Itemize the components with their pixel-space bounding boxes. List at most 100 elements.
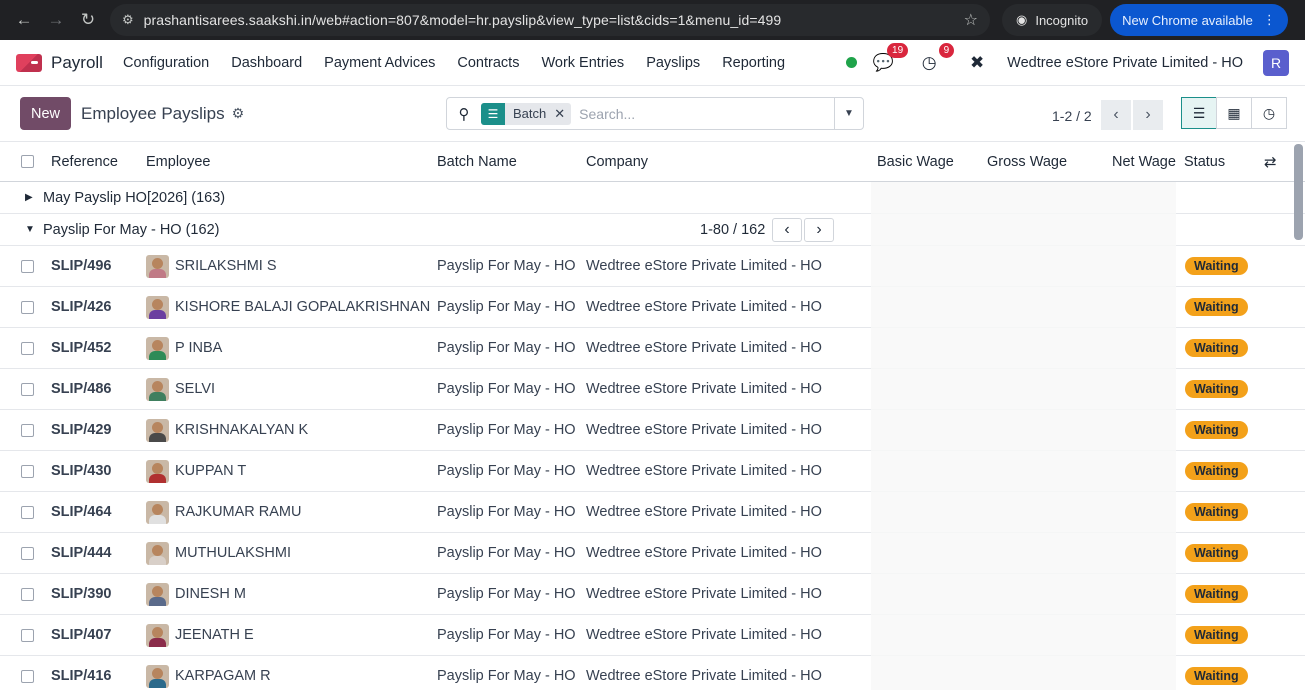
group-pager-next[interactable]: › xyxy=(804,218,834,242)
status-badge: Waiting xyxy=(1185,380,1248,398)
payroll-app-icon[interactable] xyxy=(16,53,42,72)
kanban-view-icon[interactable]: ▦ xyxy=(1216,97,1252,129)
payslip-reference: SLIP/407 xyxy=(51,627,112,643)
menu-dashboard[interactable]: Dashboard xyxy=(231,55,302,71)
user-avatar[interactable]: R xyxy=(1263,49,1289,76)
col-basic-wage[interactable]: Basic Wage xyxy=(877,154,954,170)
company-name: Wedtree eStore Private Limited - HO xyxy=(586,627,822,643)
activities-clock-icon[interactable]: ◷ 9 xyxy=(917,42,955,75)
avatar xyxy=(146,459,169,483)
status-badge: Waiting xyxy=(1185,298,1248,316)
col-net-wage[interactable]: Net Wage xyxy=(1112,154,1176,170)
row-checkbox[interactable] xyxy=(21,505,34,519)
row-checkbox[interactable] xyxy=(21,423,34,437)
payslip-reference: SLIP/426 xyxy=(51,299,112,315)
row-checkbox[interactable] xyxy=(21,259,34,273)
menu-contracts[interactable]: Contracts xyxy=(457,55,519,71)
batch-name: Payslip For May - HO xyxy=(437,586,576,602)
update-label: New Chrome available xyxy=(1122,12,1253,28)
col-gross-wage[interactable]: Gross Wage xyxy=(987,154,1067,170)
employee-cell: RAJKUMAR RAMU xyxy=(146,500,301,524)
company-name: Wedtree eStore Private Limited - HO xyxy=(586,504,822,520)
menu-work-entries[interactable]: Work Entries xyxy=(541,55,624,71)
col-employee[interactable]: Employee xyxy=(146,154,210,170)
menu-reporting[interactable]: Reporting xyxy=(722,55,785,71)
incognito-indicator[interactable]: ◉ Incognito xyxy=(1002,4,1103,36)
caret-right-icon: ▶ xyxy=(25,192,33,203)
payslip-reference: SLIP/390 xyxy=(51,586,112,602)
avatar xyxy=(146,500,169,524)
new-button[interactable]: New xyxy=(20,97,72,130)
employee-name: MUTHULAKSHMI xyxy=(175,545,292,561)
top-navbar: Payroll Configuration Dashboard Payment … xyxy=(0,40,1305,86)
payslip-reference: SLIP/464 xyxy=(51,504,112,520)
batch-name: Payslip For May - HO xyxy=(437,668,576,684)
row-checkbox[interactable] xyxy=(21,341,34,355)
bookmark-star-icon[interactable]: ☆ xyxy=(964,10,978,30)
row-checkbox[interactable] xyxy=(21,546,34,560)
incognito-icon: ◉ xyxy=(1016,12,1028,27)
company-switcher[interactable]: Wedtree eStore Private Limited - HO xyxy=(1007,55,1243,71)
menu-payment-advices[interactable]: Payment Advices xyxy=(324,55,435,71)
debug-tools-icon[interactable]: ✖ xyxy=(965,51,989,75)
batch-name: Payslip For May - HO xyxy=(437,545,576,561)
search-icon[interactable]: ⚲ xyxy=(447,105,481,123)
pager-value[interactable]: 1-2 / 2 xyxy=(1052,108,1092,124)
site-info-icon[interactable]: ⚙ xyxy=(122,12,134,28)
row-checkbox[interactable] xyxy=(21,300,34,314)
batch-name: Payslip For May - HO xyxy=(437,381,576,397)
search-input[interactable]: Search... xyxy=(579,106,834,122)
menu-configuration[interactable]: Configuration xyxy=(123,55,209,71)
select-all-checkbox[interactable] xyxy=(21,155,34,168)
address-bar[interactable]: ⚙ prashantisarees.saakshi.in/web#action=… xyxy=(110,4,990,36)
company-name: Wedtree eStore Private Limited - HO xyxy=(586,299,822,315)
row-checkbox[interactable] xyxy=(21,464,34,478)
update-chrome-button[interactable]: New Chrome available ⋮ xyxy=(1110,4,1288,36)
col-status[interactable]: Status xyxy=(1184,154,1225,170)
optional-columns-icon[interactable]: ⇄ xyxy=(1264,153,1277,171)
batch-name: Payslip For May - HO xyxy=(437,627,576,643)
status-badge: Waiting xyxy=(1185,626,1248,644)
search-facet-batch[interactable]: ☰ Batch ✕ xyxy=(481,102,572,125)
row-checkbox[interactable] xyxy=(21,628,34,642)
employee-name: JEENATH E xyxy=(175,627,254,643)
forward-arrow-icon[interactable]: → xyxy=(40,4,72,36)
app-name[interactable]: Payroll xyxy=(51,53,103,73)
row-checkbox[interactable] xyxy=(21,669,34,683)
back-arrow-icon[interactable]: ← xyxy=(8,4,40,36)
main-menu: Configuration Dashboard Payment Advices … xyxy=(123,55,785,71)
employee-cell: SRILAKSHMI S xyxy=(146,254,277,278)
avatar xyxy=(146,664,169,688)
employee-cell: JEENATH E xyxy=(146,623,254,647)
pager-previous-button[interactable]: ‹ xyxy=(1101,100,1131,130)
avatar xyxy=(146,418,169,442)
group-pager[interactable]: 1-80 / 162 xyxy=(700,222,765,238)
gear-icon[interactable]: ⚙ xyxy=(232,105,245,122)
list-view-icon[interactable]: ☰ xyxy=(1181,97,1217,129)
col-batch-name[interactable]: Batch Name xyxy=(437,154,517,170)
group-pager-previous[interactable]: ‹ xyxy=(772,218,802,242)
scrollbar[interactable] xyxy=(1294,144,1303,240)
url-text[interactable]: prashantisarees.saakshi.in/web#action=80… xyxy=(144,12,964,28)
col-company[interactable]: Company xyxy=(586,154,648,170)
search-options-toggle[interactable]: ▼ xyxy=(834,98,863,129)
reload-icon[interactable]: ↻ xyxy=(72,4,104,36)
company-name: Wedtree eStore Private Limited - HO xyxy=(586,258,822,274)
row-checkbox[interactable] xyxy=(21,382,34,396)
employee-cell: SELVI xyxy=(146,377,215,401)
company-name: Wedtree eStore Private Limited - HO xyxy=(586,668,822,684)
batch-name: Payslip For May - HO xyxy=(437,463,576,479)
messages-badge: 19 xyxy=(887,42,909,58)
remove-facet-icon[interactable]: ✕ xyxy=(554,106,571,122)
systray: 💬 19 ◷ 9 ✖ Wedtree eStore Private Limited … xyxy=(846,42,1289,76)
presence-status-icon[interactable] xyxy=(846,57,858,68)
menu-payslips[interactable]: Payslips xyxy=(646,55,700,71)
pager-next-button[interactable]: › xyxy=(1133,100,1163,130)
row-checkbox[interactable] xyxy=(21,587,34,601)
payslip-reference: SLIP/429 xyxy=(51,422,112,438)
payslip-list: Reference Employee Batch Name Company Ba… xyxy=(0,142,1305,690)
activity-view-icon[interactable]: ◷ xyxy=(1251,97,1287,129)
messages-icon[interactable]: 💬 19 xyxy=(871,42,909,75)
col-reference[interactable]: Reference xyxy=(51,154,118,170)
company-name: Wedtree eStore Private Limited - HO xyxy=(586,422,822,438)
